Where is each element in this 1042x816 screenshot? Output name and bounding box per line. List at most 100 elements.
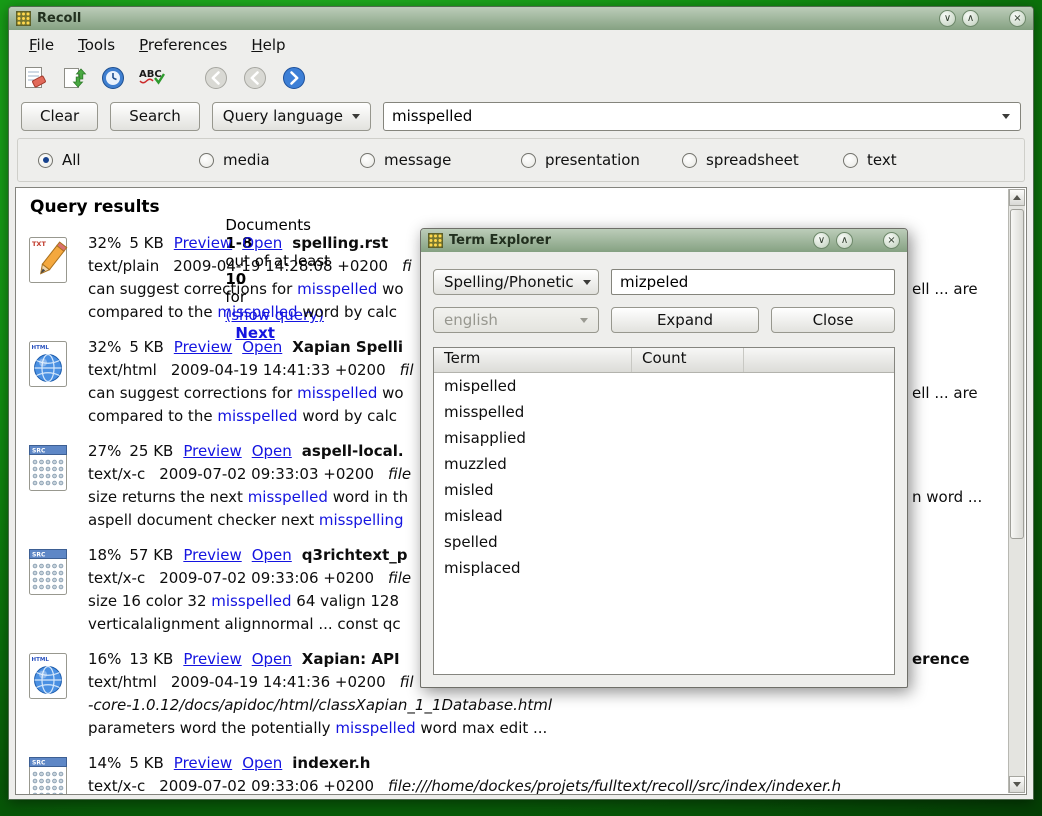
result-score: 18%	[88, 546, 121, 564]
menu-item-help[interactable]: Help	[241, 33, 295, 57]
snippet-text: compared to the	[88, 407, 217, 425]
term-input[interactable]	[611, 269, 895, 295]
radio-icon[interactable]	[682, 153, 697, 168]
open-link[interactable]: Open	[242, 754, 282, 772]
result-meta: text/x-c2009-07-02 09:33:06 +0200file://…	[88, 775, 1002, 794]
open-link[interactable]: Open	[252, 442, 292, 460]
term-row[interactable]: misapplied	[434, 425, 894, 451]
column-term[interactable]: Term	[434, 348, 632, 372]
preview-link[interactable]: Preview	[174, 338, 232, 356]
highlighted-term: misspelled	[217, 303, 297, 321]
result-date: 2009-04-19 14:41:36 +0200	[171, 673, 386, 691]
close-button[interactable]: Close	[771, 307, 895, 333]
preview-link[interactable]: Preview	[183, 546, 241, 564]
radio-icon[interactable]	[843, 153, 858, 168]
open-link[interactable]: Open	[242, 234, 282, 252]
result-mime: text/x-c	[88, 569, 145, 587]
shade-button[interactable]: ∨	[939, 10, 956, 27]
filter-label: media	[223, 151, 270, 169]
search-input-combo[interactable]	[383, 102, 1021, 131]
clear-button[interactable]: Clear	[21, 102, 98, 131]
language-label: english	[444, 311, 498, 329]
radio-icon[interactable]	[521, 153, 536, 168]
clear-search-icon[interactable]	[21, 65, 49, 91]
menu-item-preferences[interactable]: Preferences	[129, 33, 237, 57]
dialog-title-bar[interactable]: Term Explorer ∨ ∧ ×	[421, 229, 907, 252]
highlighted-term: misspelling	[319, 511, 404, 529]
results-scrollbar[interactable]	[1008, 189, 1025, 793]
dialog-title: Term Explorer	[449, 233, 551, 248]
query-language-combo[interactable]: Query language	[212, 102, 371, 131]
filter-label: message	[384, 151, 451, 169]
column-count[interactable]: Count	[632, 348, 744, 372]
snippet-text: wo	[377, 280, 403, 298]
page-first-icon[interactable]	[202, 65, 230, 91]
scroll-up-icon	[1013, 195, 1021, 200]
unshade-button[interactable]: ∧	[836, 232, 853, 249]
title-bar[interactable]: Recoll ∨∧×	[9, 7, 1033, 30]
unshade-button[interactable]: ∧	[962, 10, 979, 27]
highlighted-term: misspelled	[248, 488, 328, 506]
text-file-icon: TXT	[26, 232, 88, 289]
svg-text:SRC: SRC	[32, 448, 46, 455]
desktop: Recoll ∨∧× FileToolsPreferencesHelp ABC …	[0, 0, 1042, 816]
scroll-up-button[interactable]	[1009, 189, 1025, 206]
page-prev-icon[interactable]	[241, 65, 269, 91]
svg-text:SRC: SRC	[32, 552, 46, 559]
scroll-down-button[interactable]	[1009, 776, 1025, 793]
term-explorer-icon[interactable]: ABC	[138, 65, 166, 91]
highlighted-term: misspelled	[297, 384, 377, 402]
search-button[interactable]: Search	[110, 102, 200, 131]
open-link[interactable]: Open	[242, 338, 282, 356]
menu-item-file[interactable]: File	[19, 33, 64, 57]
language-combo[interactable]: english	[433, 307, 599, 333]
expansion-mode-combo[interactable]: Spelling/Phonetic	[433, 269, 599, 295]
close-window-button[interactable]: ×	[1009, 10, 1026, 27]
radio-icon[interactable]	[199, 153, 214, 168]
history-icon[interactable]	[99, 65, 127, 91]
result-score: 32%	[88, 338, 121, 356]
filter-media[interactable]: media	[199, 151, 360, 169]
filter-presentation[interactable]: presentation	[521, 151, 682, 169]
page-next-icon[interactable]	[280, 65, 308, 91]
snippet-text: compared to the	[88, 303, 217, 321]
result-title: spelling.rst	[292, 234, 388, 252]
term-row[interactable]: mispelled	[434, 373, 894, 399]
result-snippet: parameters word the potentially misspell…	[88, 717, 1002, 740]
shade-button[interactable]: ∨	[813, 232, 830, 249]
open-link[interactable]: Open	[252, 546, 292, 564]
filter-all[interactable]: All	[38, 151, 199, 169]
filter-spreadsheet[interactable]: spreadsheet	[682, 151, 843, 169]
preview-link[interactable]: Preview	[174, 754, 232, 772]
result-path: file	[388, 465, 411, 483]
preview-link[interactable]: Preview	[183, 442, 241, 460]
result-path: file	[388, 569, 411, 587]
term-row[interactable]: muzzled	[434, 451, 894, 477]
result-size: 5 KB	[129, 754, 163, 772]
preview-link[interactable]: Preview	[183, 650, 241, 668]
expand-button[interactable]: Expand	[611, 307, 759, 333]
term-row[interactable]: misplaced	[434, 555, 894, 581]
preview-link[interactable]: Preview	[174, 234, 232, 252]
term-row[interactable]: spelled	[434, 529, 894, 555]
open-link[interactable]: Open	[252, 650, 292, 668]
update-index-icon[interactable]	[60, 65, 88, 91]
result-title: Xapian Spelli	[292, 338, 403, 356]
radio-icon[interactable]	[360, 153, 375, 168]
close-window-button[interactable]: ×	[883, 232, 900, 249]
scroll-thumb[interactable]	[1010, 209, 1024, 539]
result-mime: text/html	[88, 361, 157, 379]
menu-item-tools[interactable]: Tools	[68, 33, 125, 57]
result-mime: text/plain	[88, 257, 159, 275]
dialog-controls: ∨ ∧ ×	[813, 232, 900, 249]
term-row[interactable]: misled	[434, 477, 894, 503]
search-input[interactable]	[392, 107, 994, 125]
radio-icon[interactable]	[38, 153, 53, 168]
term-row[interactable]: misspelled	[434, 399, 894, 425]
snippet-text: word in th	[328, 488, 408, 506]
result-date: 2009-07-02 09:33:03 +0200	[159, 465, 374, 483]
term-row[interactable]: mislead	[434, 503, 894, 529]
filter-message[interactable]: message	[360, 151, 521, 169]
filter-row: All media message presentationspreadsheette…	[17, 138, 1025, 182]
filter-text[interactable]: text	[843, 151, 1004, 169]
